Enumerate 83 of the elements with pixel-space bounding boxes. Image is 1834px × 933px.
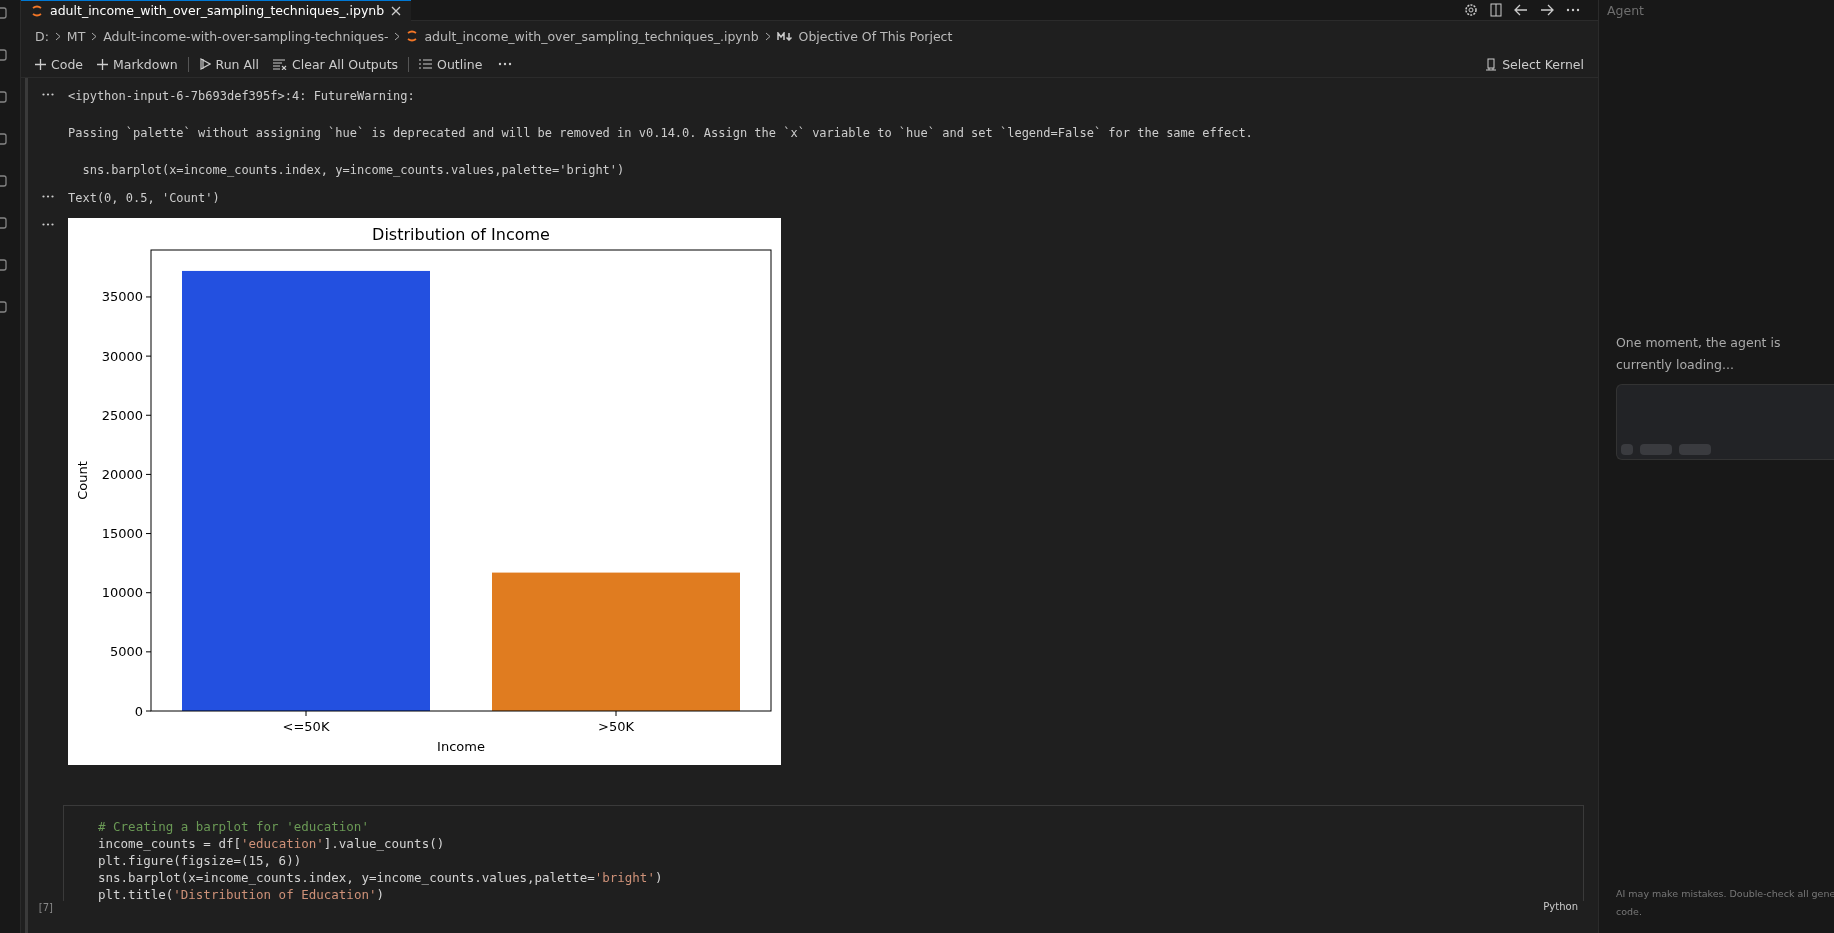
language-label[interactable]: Python	[1543, 901, 1584, 913]
sidebar-icon[interactable]	[0, 258, 10, 272]
output-menu-icon[interactable]	[42, 223, 54, 226]
x-tick-label: <=50K	[282, 719, 330, 734]
play-icon	[198, 58, 211, 70]
y-tick: 30000	[101, 348, 152, 364]
output-menu-icon[interactable]	[42, 93, 54, 96]
chevron-icon	[764, 31, 771, 41]
output-menu-icon[interactable]	[42, 195, 54, 198]
breadcrumb-item[interactable]: adult_income_with_over_sampling_techniques_.ipynb	[424, 28, 759, 44]
output-line: Text(0, 0.5, 'Count')	[68, 190, 220, 206]
plus-icon	[97, 58, 108, 70]
sidebar-icon[interactable]	[0, 48, 10, 62]
forward-arrow-icon[interactable]	[1540, 4, 1554, 16]
x-tick: >50K	[598, 710, 634, 734]
y-tick-label: 15000	[101, 526, 143, 542]
split-editor-icon[interactable]	[1490, 3, 1502, 17]
list-icon	[419, 58, 433, 70]
sidebar-icon[interactable]	[0, 90, 10, 104]
execution-count: [7]	[37, 902, 53, 913]
breadcrumb-item[interactable]: D:	[35, 28, 49, 44]
y-tick: 35000	[101, 289, 152, 305]
chevron-icon	[91, 31, 98, 41]
y-tick-label: 25000	[101, 407, 143, 423]
toolbar-button[interactable]: Code	[31, 54, 87, 74]
code-line: # Creating a barplot for 'education'	[98, 818, 370, 835]
panel-title: Agent	[1606, 1, 1645, 20]
clear-icon	[273, 58, 288, 70]
code-line: plt.figure(figsize=(15, 6))	[98, 852, 303, 869]
y-tick: 0	[134, 703, 152, 719]
code-line: plt.title('Distribution of Education')	[98, 886, 385, 903]
y-tick-label: 20000	[101, 466, 143, 482]
plus-icon	[35, 58, 46, 70]
toolbar-button[interactable]: Clear All Outputs	[269, 54, 403, 74]
sidebar-icon[interactable]	[0, 6, 10, 20]
disclaimer-line: AI may make mistakes. Double-check all gene	[1616, 887, 1834, 901]
editor-tab[interactable]: adult_income_with_over_sampling_techniques_.ipynb	[21, 0, 412, 21]
server-icon	[1485, 57, 1498, 71]
breadcrumb-item[interactable]: MT	[66, 28, 86, 44]
settings-icon[interactable]	[1464, 3, 1478, 17]
sidebar-icon[interactable]	[0, 132, 10, 146]
y-axis-label: Count	[75, 461, 90, 500]
output-line: sns.barplot(x=income_counts.index, y=income_counts.values,palette='bright')	[81, 162, 626, 178]
x-axis-label: Income	[437, 739, 485, 754]
more-icon[interactable]	[498, 62, 513, 66]
chevron-icon	[394, 31, 401, 41]
breadcrumb-item[interactable]: Adult-income-with-over-sampling-techniques-	[103, 28, 389, 44]
output-line: <ipython-input-6-7b693def395f>:4: FutureWarning:	[68, 88, 416, 104]
chevron-icon	[54, 31, 61, 41]
x-tick-label: >50K	[598, 719, 635, 734]
code-line: sns.barplot(x=income_counts.index, y=income_counts.values,palette='bright')	[98, 869, 664, 886]
disclaimer-line: code.	[1616, 905, 1643, 919]
y-tick: 20000	[101, 466, 152, 482]
y-tick-label: 5000	[109, 644, 143, 660]
y-tick: 10000	[101, 585, 152, 601]
code-line: income_counts = df['education'].value_counts()	[98, 835, 446, 852]
y-tick: 25000	[101, 407, 152, 423]
y-tick-label: 30000	[101, 348, 143, 364]
notebook-icon	[406, 30, 419, 42]
select-kernel-button[interactable]: Select Kernel	[1481, 54, 1588, 74]
y-tick-label: 10000	[101, 585, 143, 601]
toolbar-button[interactable]: Run All	[194, 54, 264, 74]
toolbar-button[interactable]: Markdown	[93, 54, 182, 74]
y-tick: 5000	[109, 644, 152, 660]
breadcrumb-item[interactable]: Objective Of This Porject	[798, 28, 953, 44]
toolbar-button[interactable]: Outline	[415, 54, 487, 74]
more-icon[interactable]	[1566, 8, 1580, 12]
back-arrow-icon[interactable]	[1514, 4, 1528, 16]
loading-message: One moment, the agent is currently loading...	[1616, 334, 1782, 374]
sidebar-icon[interactable]	[0, 174, 10, 188]
notebook-icon	[31, 4, 43, 17]
y-tick: 15000	[101, 526, 152, 542]
chart-title: Distribution of Income	[372, 225, 550, 244]
y-tick-label: 0	[134, 703, 143, 719]
close-icon[interactable]	[391, 5, 402, 16]
output-line: Passing `palette` without assigning `hue` is deprecated and will be removed in v0.14.0. Assign the `x` variable to `hue` and set `legend=False` for the same effect.	[68, 125, 1253, 141]
code-cell[interactable]	[63, 805, 1584, 901]
x-tick: <=50K	[282, 710, 330, 734]
sidebar-icon[interactable]	[0, 300, 10, 314]
tab-title: adult_income_with_over_sampling_techniques_.ipynb	[50, 3, 385, 18]
sidebar-icon[interactable]	[0, 216, 10, 230]
markdown-icon	[776, 31, 793, 41]
y-tick-label: 35000	[101, 289, 143, 305]
